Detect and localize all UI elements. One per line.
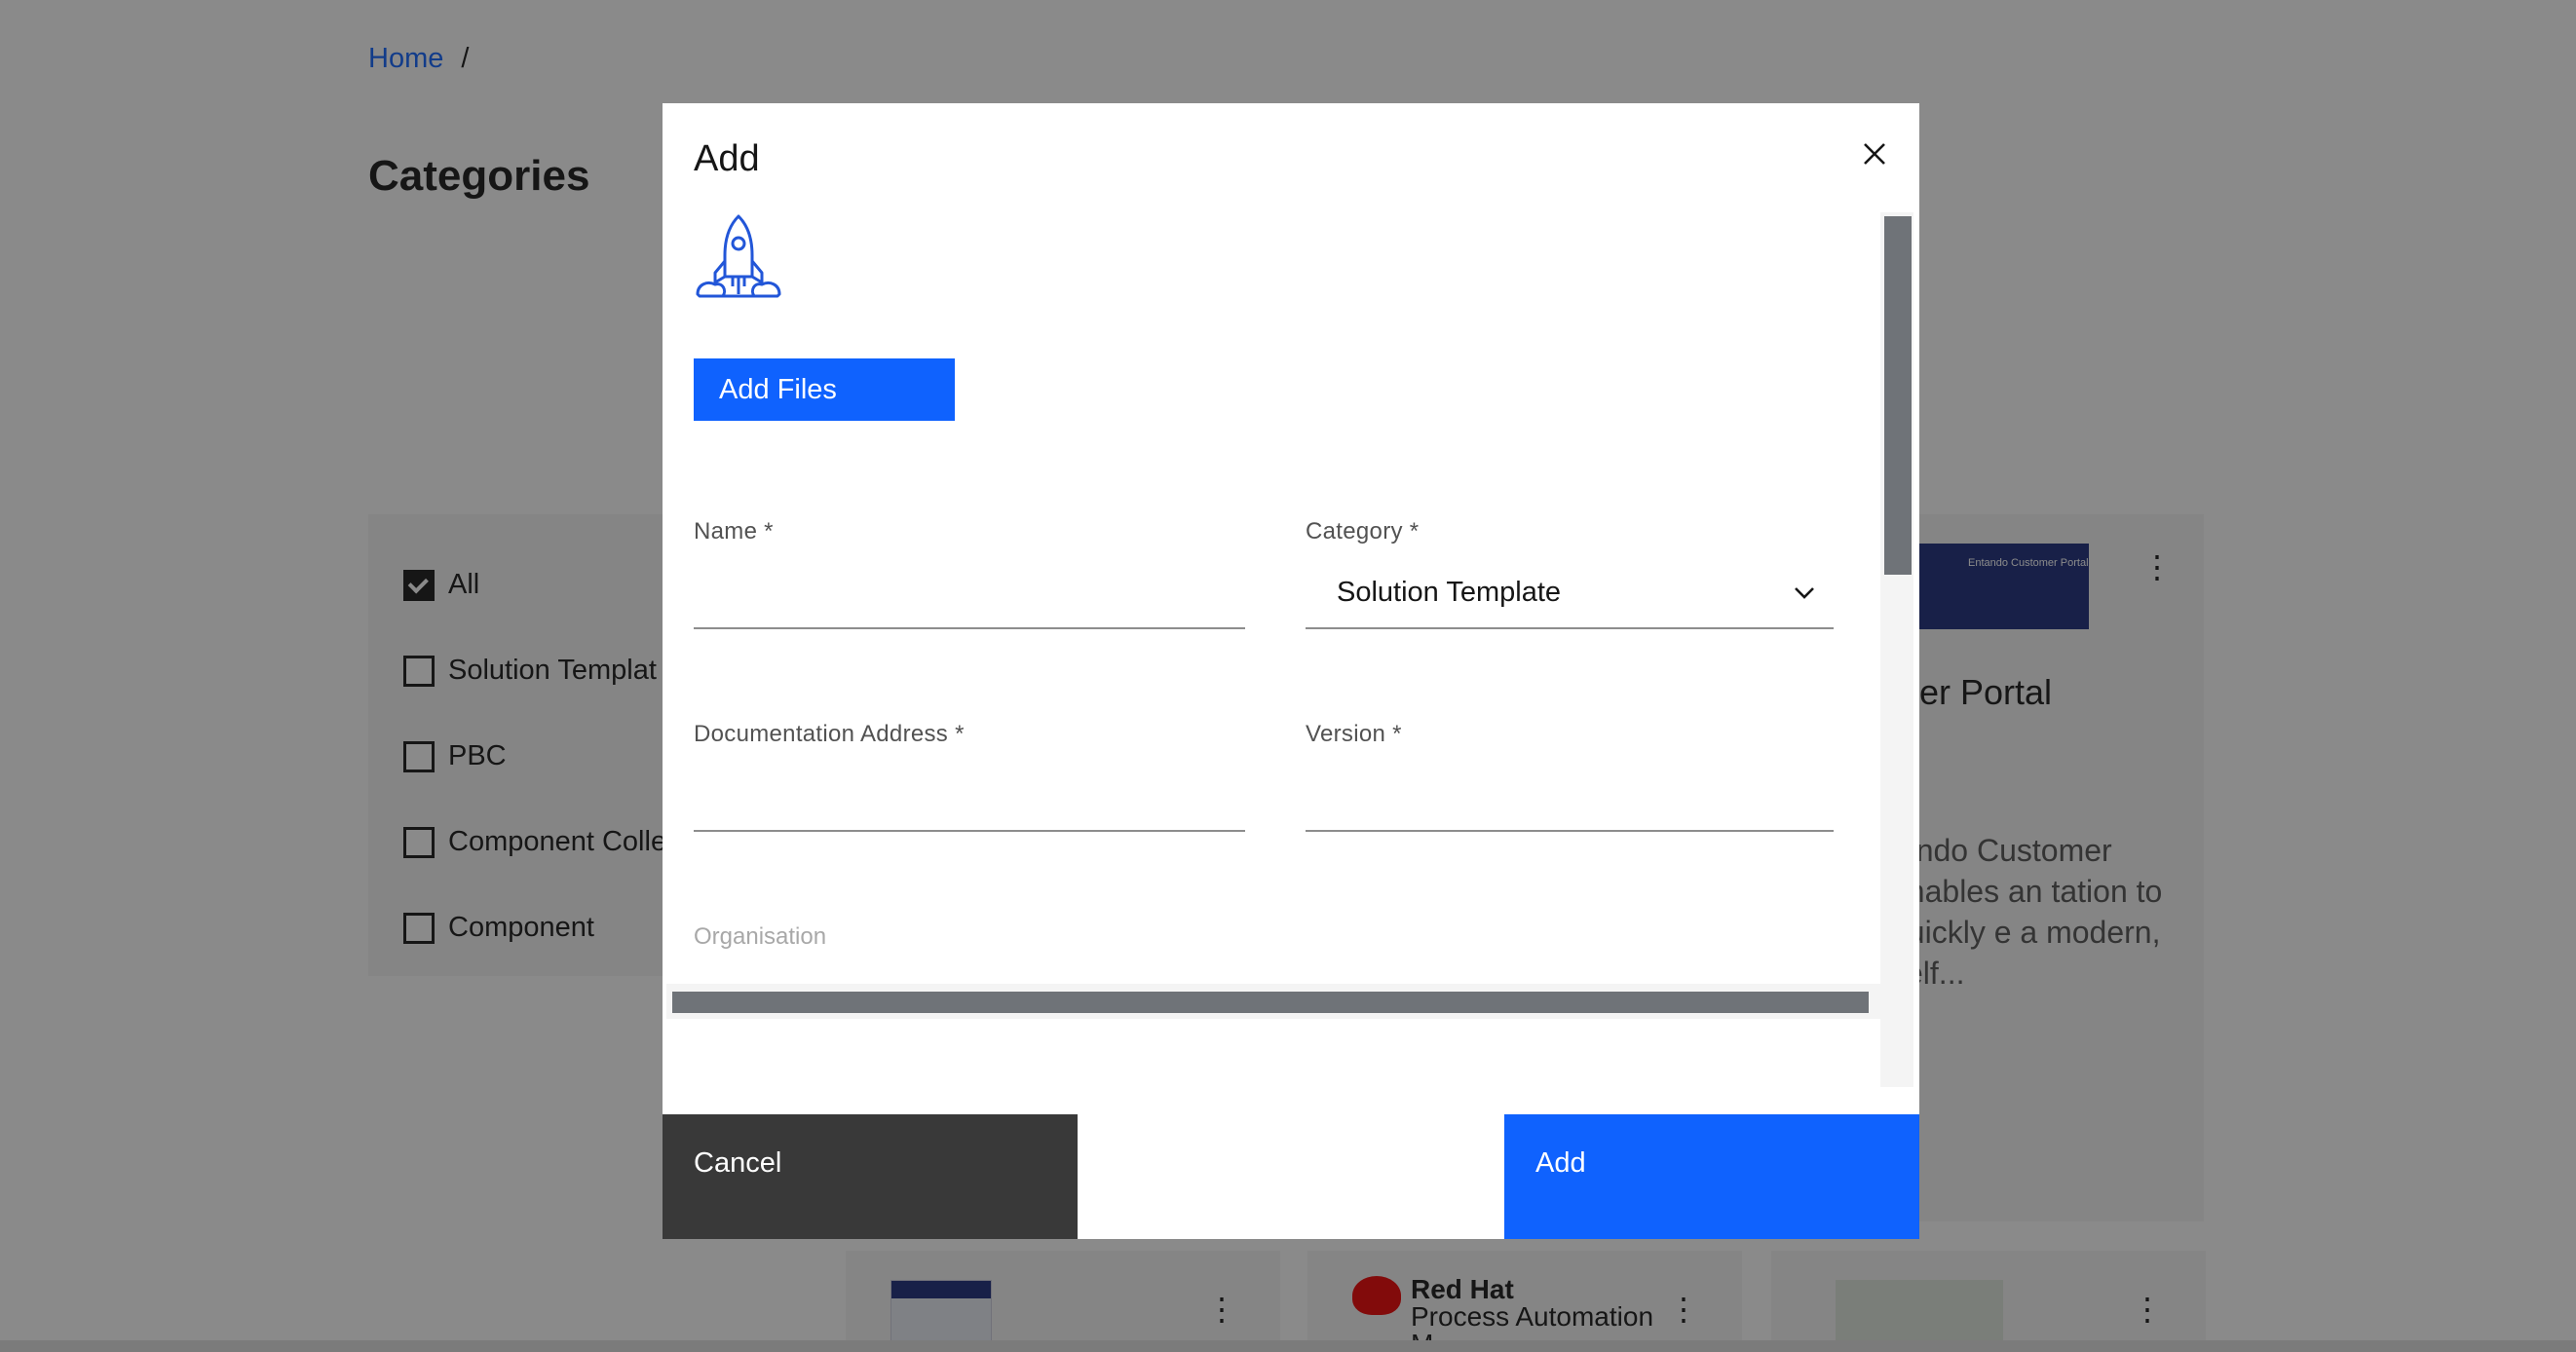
category-select[interactable]: Solution Template: [1306, 557, 1834, 629]
version-input[interactable]: [1306, 760, 1834, 832]
category-label: Category *: [1306, 518, 1420, 545]
horizontal-scrollbar-thumb[interactable]: [672, 992, 1869, 1013]
documentation-address-input[interactable]: [694, 760, 1245, 832]
vertical-scrollbar-thumb[interactable]: [1884, 216, 1912, 575]
version-label: Version *: [1306, 721, 1402, 747]
add-modal: Add Add Files Name * Category * Solution…: [663, 103, 1919, 1239]
add-files-button[interactable]: Add Files: [694, 358, 955, 421]
add-button[interactable]: Add: [1504, 1114, 1919, 1239]
page: Home / Categories n All Solution Templat…: [0, 0, 2576, 1352]
documentation-address-label: Documentation Address *: [694, 721, 965, 747]
modal-body[interactable]: Add Files Name * Category * Solution Tem…: [694, 212, 1834, 1089]
organisation-label: Organisation: [694, 923, 827, 950]
modal-title: Add: [694, 138, 760, 179]
rocket-icon: [696, 214, 781, 298]
category-selected-value: Solution Template: [1337, 577, 1562, 608]
name-label: Name *: [694, 518, 774, 545]
name-input[interactable]: [694, 557, 1245, 629]
close-icon[interactable]: [1853, 132, 1896, 175]
chevron-down-icon: [1795, 587, 1814, 599]
cancel-button[interactable]: Cancel: [663, 1114, 1078, 1239]
